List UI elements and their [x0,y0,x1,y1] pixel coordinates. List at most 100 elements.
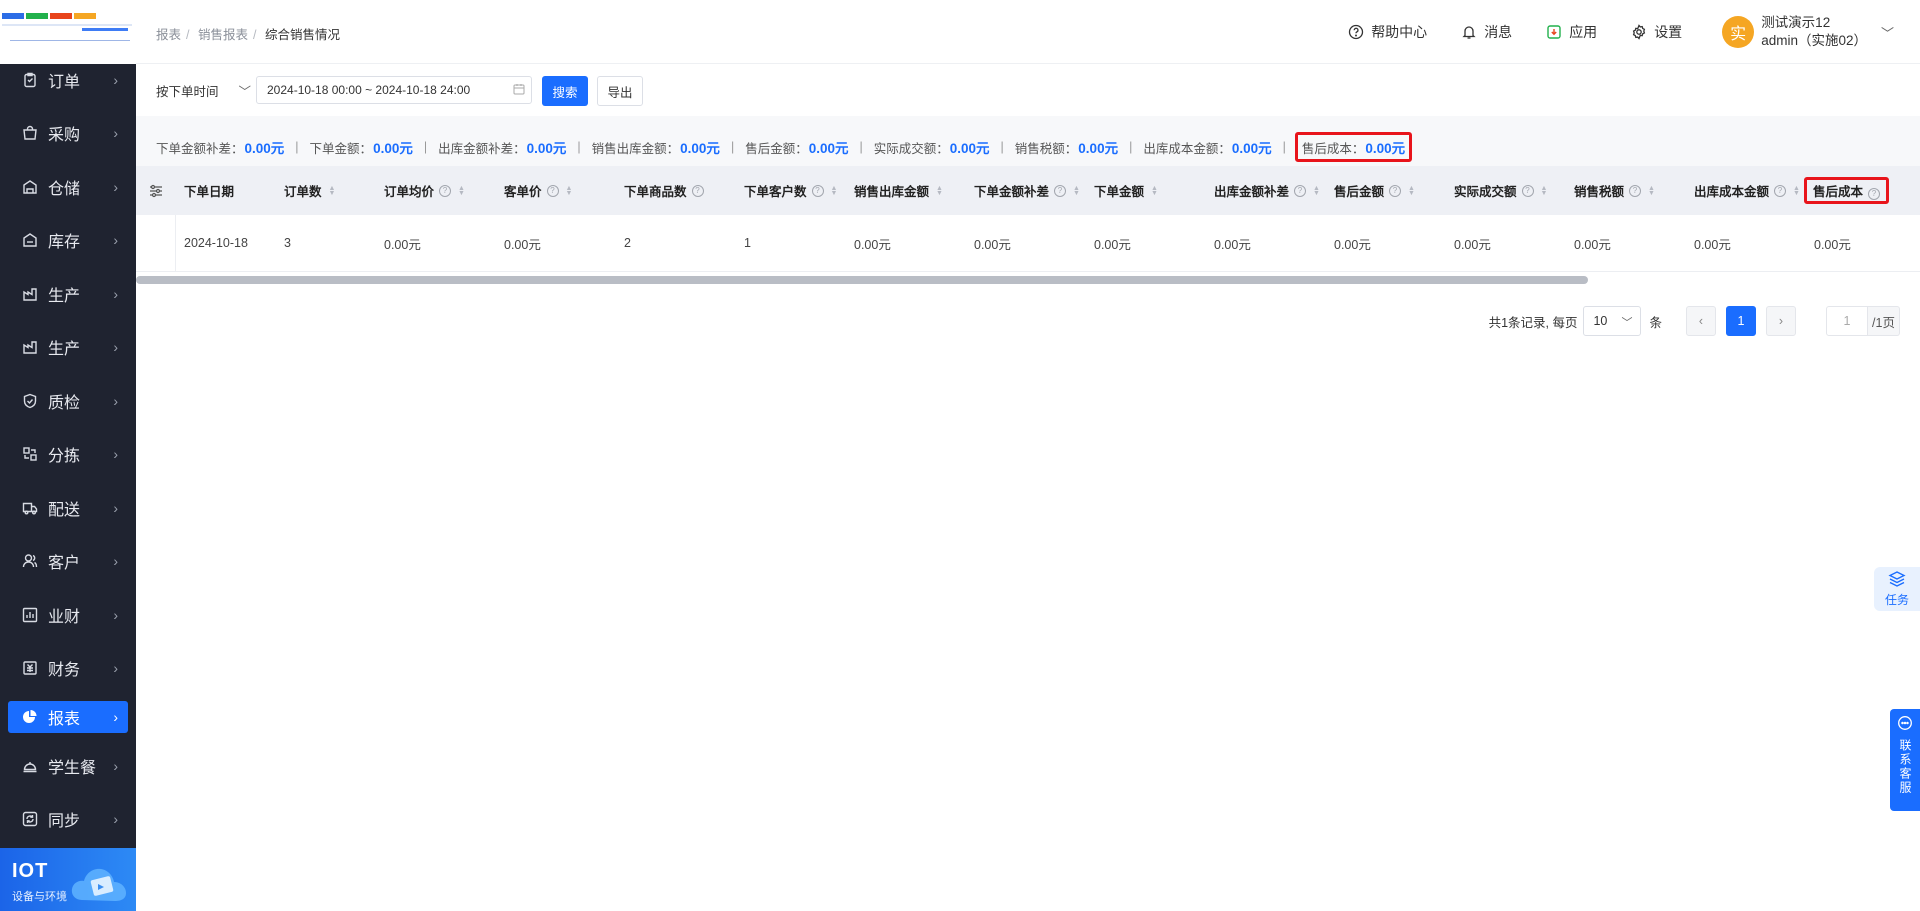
help-icon[interactable]: ? [439,184,452,197]
sort-icon[interactable]: ▲ ▼ [329,185,336,197]
cell-customer-count: 1 [744,236,751,250]
sort-icon[interactable]: ▲ ▼ [936,185,943,197]
horizontal-scrollbar[interactable] [136,275,1920,285]
sort-icon[interactable]: ▲ ▼ [1151,185,1158,197]
summary-item: 销售出库金额： 0.00元 [591,141,720,156]
col-header-actual-turnover[interactable]: 实际成交额? ▲ ▼ [1454,166,1547,215]
sidebar-item-production-2[interactable]: 生产 › [0,321,136,375]
col-header-order-amount[interactable]: 下单金额 ▲ ▼ [1094,166,1158,215]
sidebar-item-warehouse[interactable]: 仓储 › [0,160,136,214]
sidebar-item-report[interactable]: 报表 › [8,701,128,733]
sorting-icon [22,446,38,462]
page-size-unit: 条 [1649,315,1662,330]
search-button[interactable]: 搜索 [542,76,588,106]
help-icon[interactable]: ? [1629,184,1642,197]
sort-icon[interactable]: ▲ ▼ [1541,185,1548,197]
total-pages: /1页 [1868,306,1900,336]
sidebar-item-production-1[interactable]: 生产 › [0,267,136,321]
sort-icon[interactable]: ▲ ▼ [831,185,838,197]
sidebar-item-sorting[interactable]: 分拣 › [0,428,136,482]
help-center-button[interactable]: 帮助中心 [1348,22,1427,42]
sidebar-item-business-finance[interactable]: 业财 › [0,588,136,642]
col-header-outbound-amount-diff[interactable]: 出库金额补差? ▲ ▼ [1214,166,1320,215]
user-name: 测试演示12 [1761,15,1831,30]
date-range-value: 2024-10-18 00:00 ~ 2024-10-18 24:00 [267,83,471,97]
sort-icon[interactable]: ▲ ▼ [458,185,465,197]
prev-page-button[interactable]: ‹ [1686,306,1716,336]
col-header-product-count[interactable]: 下单商品数? [624,166,704,215]
table-row[interactable]: 2024-10-18 3 0.00元 0.00元 2 1 0.00元 0.00元… [136,215,1920,272]
page-button-current[interactable]: 1 [1726,306,1756,336]
scrollbar-thumb[interactable] [136,276,1588,284]
sidebar-item-delivery[interactable]: 配送 › [0,481,136,535]
help-icon[interactable]: ? [1054,184,1067,197]
sidebar: 订单 › 采购 › 仓储 › 库存 › 生产 › 生产 › 质检 › 分拣 › … [0,0,136,911]
col-header-order-date[interactable]: 下单日期 [184,166,234,215]
column-settings-icon[interactable] [136,166,176,215]
inventory-icon [22,232,38,248]
customer-icon [22,553,38,569]
breadcrumb-item[interactable]: 报表 [156,28,181,42]
messages-button[interactable]: 消息 [1461,22,1512,42]
chevron-right-icon: › [113,392,118,409]
sort-icon[interactable]: ▲ ▼ [1073,185,1080,197]
col-header-after-sales-cost[interactable]: 售后成本? [1804,166,1890,215]
sidebar-item-quality-check[interactable]: 质检 › [0,374,136,428]
help-icon[interactable]: ? [546,184,559,197]
sort-icon[interactable]: ▲ ▼ [566,185,573,197]
sidebar-item-student-meal[interactable]: 学生餐 › [0,739,136,793]
sort-icon[interactable]: ▲ ▼ [1648,185,1655,197]
col-header-sales-tax[interactable]: 销售税额? ▲ ▼ [1574,166,1655,215]
user-account: admin（实施02） [1761,33,1867,48]
help-icon[interactable]: ? [691,184,704,197]
sort-icon[interactable]: ▲ ▼ [1313,185,1320,197]
cell-after-sales-cost: 0.00元 [1814,237,1851,252]
chevron-right-icon: › [113,811,118,828]
help-icon[interactable]: ? [1389,184,1402,197]
sidebar-item-sync[interactable]: 同步 › [0,793,136,847]
next-page-button[interactable]: › [1766,306,1796,336]
apps-label: 应用 [1569,24,1598,40]
col-header-customer-avg-price[interactable]: 客单价? ▲ ▼ [504,166,572,215]
help-icon[interactable]: ? [811,184,824,197]
summary-item: 售后金额： 0.00元 [745,141,849,156]
sidebar-item-purchase[interactable]: 采购 › [0,107,136,161]
time-type-select[interactable]: 按下单时间 ﹀ [156,76,252,104]
settings-button[interactable]: 设置 [1631,22,1682,42]
help-icon[interactable]: ? [1868,187,1881,200]
sales-table: 下单日期 订单数 ▲ ▼ 订单均价? ▲ ▼ 客单价? ▲ ▼ 下单商品数? 下单客户数? ▲… [136,166,1920,272]
avatar: 实 [1722,16,1755,48]
sidebar-item-finance[interactable]: 财务 › [0,642,136,696]
help-icon[interactable]: ? [1774,184,1787,197]
chevron-right-icon: › [113,757,118,774]
page-size-select[interactable]: 10 ﹀ [1583,306,1642,336]
breadcrumb-item[interactable]: 销售报表 [198,28,248,42]
date-range-input[interactable]: 2024-10-18 00:00 ~ 2024-10-18 24:00 [256,76,532,104]
task-float-button[interactable]: 任务 [1874,567,1920,611]
col-header-order-count[interactable]: 订单数 ▲ ▼ [284,166,335,215]
col-header-avg-order-price[interactable]: 订单均价? ▲ ▼ [384,166,465,215]
export-button[interactable]: 导出 [597,76,643,106]
sidebar-item-label: 业财 [48,608,81,626]
gear-icon [1631,24,1647,40]
iot-banner[interactable]: IOT 设备与环境 [0,848,136,911]
help-icon[interactable]: ? [1521,184,1534,197]
col-header-after-sales-amount[interactable]: 售后金额? ▲ ▼ [1334,166,1415,215]
sidebar-item-inventory[interactable]: 库存 › [0,214,136,268]
col-header-outbound-cost-amount[interactable]: 出库成本金额? ▲ ▼ [1694,166,1800,215]
contact-service-button[interactable]: 联系客服 [1890,709,1920,811]
apps-button[interactable]: 应用 [1546,22,1597,42]
sort-icon[interactable]: ▲ ▼ [1408,185,1415,197]
col-header-order-amount-diff[interactable]: 下单金额补差? ▲ ▼ [974,166,1080,215]
col-header-sales-outbound-amount[interactable]: 销售出库金额 ▲ ▼ [854,166,943,215]
sidebar-item-customer[interactable]: 客户 › [0,535,136,589]
user-menu[interactable]: 实 测试演示12 admin（实施02） ﹀ [1722,14,1894,50]
chat-icon [1897,715,1913,735]
quality-check-icon [22,393,38,409]
sort-icon[interactable]: ▲ ▼ [1793,185,1800,197]
report-pie-icon [22,709,38,725]
col-header-customer-count[interactable]: 下单客户数? ▲ ▼ [744,166,837,215]
sidebar-item-order[interactable]: 订单 › [0,53,136,107]
goto-page-input[interactable]: 1 [1826,306,1868,336]
help-icon[interactable]: ? [1294,184,1307,197]
